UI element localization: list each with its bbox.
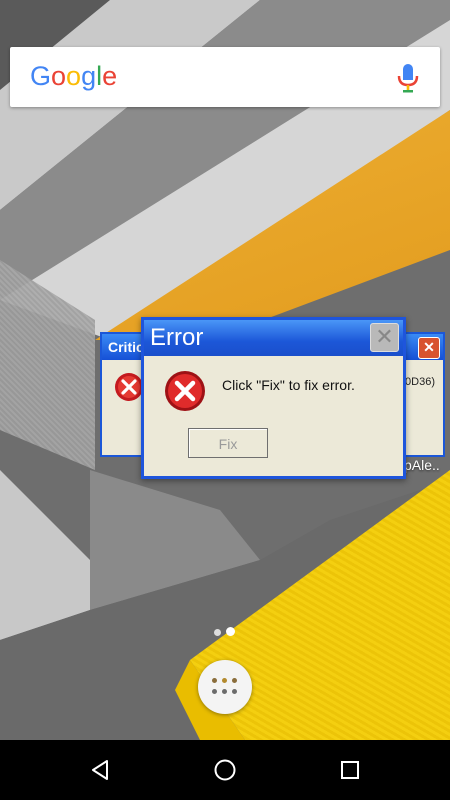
fix-button[interactable]: Fix	[188, 428, 268, 458]
home-icon[interactable]	[213, 758, 237, 782]
error-message: Click "Fix" to fix error.	[222, 377, 355, 393]
page-dot	[214, 629, 221, 636]
critical-error-code: 0D36)	[405, 376, 435, 388]
navigation-bar	[0, 740, 450, 800]
error-icon	[165, 371, 205, 411]
google-logo: Google	[30, 61, 118, 91]
page-indicator	[214, 623, 240, 641]
recents-icon[interactable]	[338, 758, 362, 782]
google-search-bar[interactable]: Google	[10, 47, 440, 107]
critical-window-close-button[interactable]: ✕	[418, 337, 440, 359]
page-dot-active	[226, 627, 235, 636]
app-drawer-button[interactable]	[198, 660, 252, 714]
window-label-text: pAle..	[404, 457, 440, 473]
error-dialog-title: Error	[150, 324, 204, 351]
error-icon	[115, 373, 143, 401]
back-icon[interactable]	[88, 758, 112, 782]
error-dialog-close-button[interactable]: ✕	[370, 323, 399, 352]
mic-icon[interactable]	[396, 63, 420, 93]
critical-window-title: Critic	[108, 339, 144, 355]
error-dialog[interactable]: Error ✕ Click "Fix" to fix error. Fix	[141, 317, 406, 479]
error-dialog-titlebar: Error ✕	[144, 320, 403, 356]
